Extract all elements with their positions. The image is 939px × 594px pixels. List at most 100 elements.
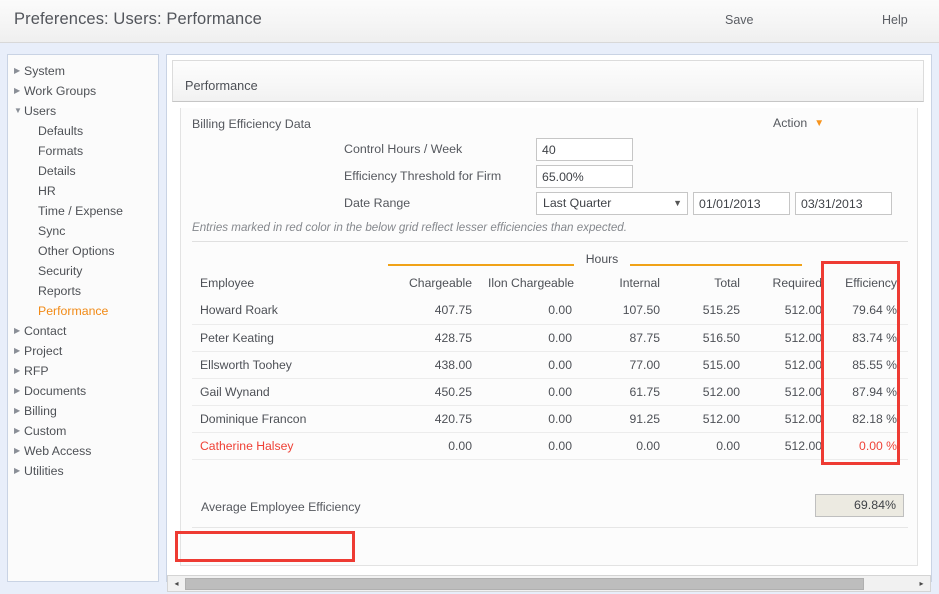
cell-required: 512.00 (748, 351, 830, 379)
sidebar-item-details[interactable]: Details (8, 161, 158, 181)
chevron-right-icon[interactable]: ▶ (14, 341, 23, 361)
cell-required: 512.00 (748, 432, 830, 460)
sidebar-item-label: Contact (24, 324, 67, 338)
chevron-right-icon[interactable]: ▶ (14, 401, 23, 421)
chevron-right-icon[interactable]: ▶ (14, 381, 23, 401)
chevron-right-icon[interactable]: ▶ (14, 421, 23, 441)
sidebar-item-documents[interactable]: ▶ Documents (8, 381, 158, 401)
help-button[interactable]: Help (882, 13, 908, 27)
hours-group-label: Hours (585, 252, 619, 266)
table-row[interactable]: Catherine Halsey 0.00 0.00 0.00 0.00 512.00 0.… (192, 432, 908, 460)
chevron-right-icon[interactable]: ▶ (14, 441, 23, 461)
chevron-down-icon[interactable]: ▼ (14, 101, 23, 121)
sidebar-item-time-expense[interactable]: Time / Expense (8, 201, 158, 221)
table-row[interactable]: Ellsworth Toohey 438.00 0.00 77.00 515.00 512… (192, 351, 908, 379)
chevron-right-icon[interactable]: ▶ (14, 361, 23, 381)
column-header-non-chargeable[interactable]: Ilon Chargeable (480, 270, 580, 297)
main-content-panel: Performance Billing Efficiency Data Acti… (166, 54, 932, 582)
table-row[interactable]: Dominique Francon 420.75 0.00 91.25 512.00 51… (192, 405, 908, 433)
sidebar-item-project[interactable]: ▶ Project (8, 341, 158, 361)
sidebar-item-custom[interactable]: ▶ Custom (8, 421, 158, 441)
scroll-right-arrow-icon[interactable]: ▸ (914, 576, 929, 591)
sidebar-item-users[interactable]: ▼ Users (8, 101, 158, 121)
sidebar-item-performance[interactable]: Performance (8, 301, 158, 321)
cell-chargeable: 0.00 (388, 432, 480, 460)
sidebar-item-security[interactable]: Security (8, 261, 158, 281)
cell-chargeable: 438.00 (388, 351, 480, 379)
date-to-input[interactable] (795, 192, 892, 215)
billing-efficiency-card: Billing Efficiency Data Action ▼ Control … (180, 108, 918, 566)
table-header: Employee Chargeable Ilon Chargeable Inte… (192, 270, 908, 297)
cell-employee: Howard Roark (192, 297, 388, 325)
date-range-selected-value: Last Quarter (543, 196, 612, 210)
control-hours-input[interactable] (536, 138, 633, 161)
sidebar-item-utilities[interactable]: ▶ Utilities (8, 461, 158, 481)
sidebar-item-sync[interactable]: Sync (8, 221, 158, 241)
sidebar-item-reports[interactable]: Reports (8, 281, 158, 301)
chevron-right-icon[interactable]: ▶ (14, 61, 23, 81)
save-button[interactable]: Save (725, 13, 754, 27)
date-range-select[interactable]: Last Quarter ▼ (536, 192, 688, 215)
cell-total: 516.50 (668, 324, 748, 352)
tab-performance[interactable]: Performance (185, 79, 258, 93)
hours-rule-left (388, 264, 574, 266)
sidebar-item-label: Web Access (24, 444, 92, 458)
chevron-down-icon: ▼ (673, 198, 682, 208)
sidebar-item-label: Details (38, 164, 76, 178)
sidebar-item-web-access[interactable]: ▶ Web Access (8, 441, 158, 461)
chevron-down-icon: ▼ (814, 118, 825, 129)
sidebar-item-contact[interactable]: ▶ Contact (8, 321, 158, 341)
window-titlebar: Preferences: Users: Performance Save Hel… (0, 0, 939, 43)
horizontal-scrollbar[interactable]: ◂ ▸ (167, 575, 931, 592)
cell-total: 515.00 (668, 351, 748, 379)
chevron-right-icon[interactable]: ▶ (14, 461, 23, 481)
action-menu-button[interactable]: Action ▼ (773, 116, 824, 130)
cell-efficiency: 79.64 % (830, 297, 908, 325)
average-efficiency-label: Average Employee Efficiency (201, 500, 361, 514)
table-row[interactable]: Peter Keating 428.75 0.00 87.75 516.50 512.00… (192, 324, 908, 352)
sidebar-item-billing[interactable]: ▶ Billing (8, 401, 158, 421)
sidebar-item-rfp[interactable]: ▶ RFP (8, 361, 158, 381)
scroll-left-arrow-icon[interactable]: ◂ (169, 576, 184, 591)
chevron-right-icon[interactable]: ▶ (14, 321, 23, 341)
scrollbar-thumb[interactable] (185, 578, 864, 590)
table-row[interactable]: Gail Wynand 450.25 0.00 61.75 512.00 512.00 87… (192, 378, 908, 406)
sidebar-item-other-options[interactable]: Other Options (8, 241, 158, 261)
cell-non-chargeable: 0.00 (480, 351, 580, 379)
cell-efficiency: 83.74 % (830, 324, 908, 352)
sidebar-navigation: ▶ System ▶ Work Groups ▼ Users Defaults Formats… (7, 54, 159, 582)
chevron-right-icon[interactable]: ▶ (14, 81, 23, 101)
column-header-employee[interactable]: Employee (192, 270, 388, 297)
sidebar-item-label: Users (24, 104, 57, 118)
efficiency-threshold-input[interactable] (536, 165, 633, 188)
sidebar-item-system[interactable]: ▶ System (8, 61, 158, 81)
cell-required: 512.00 (748, 324, 830, 352)
column-header-efficiency[interactable]: Efficiency (830, 270, 908, 297)
sidebar-item-formats[interactable]: Formats (8, 141, 158, 161)
cell-chargeable: 420.75 (388, 405, 480, 433)
summary-row: Average Employee Efficiency 69.84% (192, 492, 908, 528)
sidebar-item-label: Performance (38, 304, 109, 318)
efficiency-threshold-label: Efficiency Threshold for Firm (344, 169, 502, 183)
cell-non-chargeable: 0.00 (480, 378, 580, 406)
cell-required: 512.00 (748, 378, 830, 406)
cell-employee: Ellsworth Toohey (192, 351, 388, 379)
date-from-input[interactable] (693, 192, 790, 215)
cell-employee: Dominique Francon (192, 405, 388, 433)
sidebar-item-hr[interactable]: HR (8, 181, 158, 201)
column-header-required[interactable]: Required (748, 270, 830, 297)
sidebar-item-defaults[interactable]: Defaults (8, 121, 158, 141)
hours-rule-right (630, 264, 802, 266)
cell-internal: 91.25 (580, 405, 668, 433)
tab-strip: Performance (172, 60, 924, 102)
column-header-total[interactable]: Total (668, 270, 748, 297)
sidebar-item-label: Documents (24, 384, 87, 398)
column-header-internal[interactable]: Internal (580, 270, 668, 297)
column-header-chargeable[interactable]: Chargeable (388, 270, 480, 297)
page-title: Preferences: Users: Performance (14, 10, 262, 28)
sidebar-item-label: Defaults (38, 124, 84, 138)
cell-total: 512.00 (668, 378, 748, 406)
table-row[interactable]: Howard Roark 407.75 0.00 107.50 515.25 512.00… (192, 297, 908, 325)
sidebar-item-work-groups[interactable]: ▶ Work Groups (8, 81, 158, 101)
sidebar-item-label: Time / Expense (38, 204, 123, 218)
